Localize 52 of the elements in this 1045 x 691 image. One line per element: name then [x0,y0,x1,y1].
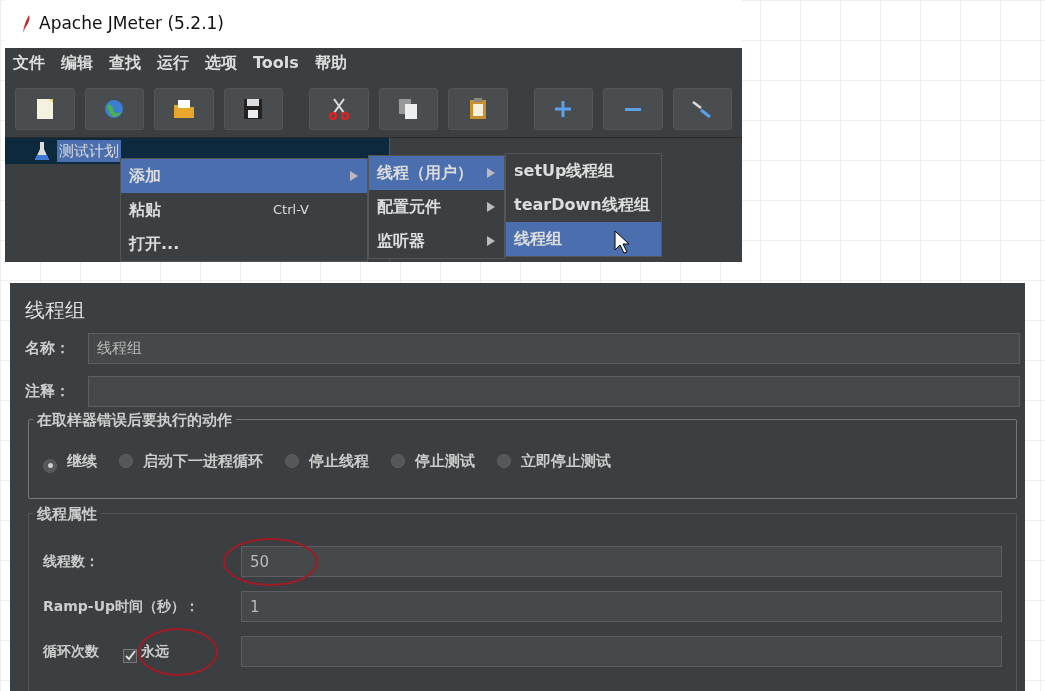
scissors-icon [327,98,350,120]
minus-icon [624,107,641,111]
radio-option[interactable]: 停止测试 [391,450,475,473]
menu-item[interactable]: setUp线程组 [506,154,661,188]
radio-option[interactable]: 立即停止测试 [497,450,611,473]
shortcut-text: Ctrl-V [273,201,309,220]
field-label: 线程数： [43,552,100,571]
submenu-arrow-icon [486,168,496,178]
menu-item[interactable]: 帮助 [314,51,347,75]
menu-item[interactable]: 打开... [121,227,367,261]
flask-icon [35,141,49,161]
feather-icon [21,14,31,34]
menu-item[interactable]: 运行 [157,51,189,75]
toolbar-button[interactable] [223,88,283,130]
globe-icon [103,98,126,120]
menu-item[interactable]: 粘贴 Ctrl-V [121,193,367,227]
field-label: 循环次数 [43,642,99,661]
tree-item[interactable]: 测试计划 [57,139,121,163]
submenu-arrow-icon [486,202,496,212]
menu-item[interactable]: 添加 [121,159,367,193]
field-label: 名称： [25,338,71,360]
text-field[interactable]: 50 [241,546,1002,577]
text-field[interactable]: 1 [241,591,1002,622]
text-field[interactable]: 线程组 [88,333,1020,364]
radio-option[interactable]: 停止线程 [285,450,369,473]
window-title: Apache JMeter (5.2.1) [39,12,224,36]
cursor-icon [614,230,630,254]
toolbar-button[interactable] [378,88,438,130]
field-label: Ramp-Up时间（秒）： [43,597,201,616]
menu-item[interactable]: tearDown线程组 [506,188,661,222]
menu-item[interactable]: 查找 [109,51,141,75]
copy-icon [397,98,420,120]
menu-item[interactable]: 线程（用户） [369,156,504,190]
text-field[interactable] [88,376,1020,407]
menu-item[interactable]: 文件 [13,51,45,75]
panel-title: 线程组 [25,297,86,324]
menu-item[interactable]: 监听器 [369,224,504,258]
toolbar-button[interactable] [15,88,75,130]
menu-item[interactable]: 选项 [205,51,237,75]
toolbar-button[interactable] [448,88,508,130]
submenu-arrow-icon [349,171,359,181]
field-label: 注释： [25,381,71,403]
submenu-arrow-icon [486,236,496,246]
menu-item[interactable]: Tools [253,51,299,75]
menu-item[interactable]: 线程组 [506,222,661,256]
plus-icon [555,101,572,117]
menu-item[interactable]: 配置元件 [369,190,504,224]
radio-option[interactable]: 继续 [43,450,97,473]
toolbar-button[interactable] [154,88,214,130]
menu-item[interactable]: 编辑 [61,51,93,75]
folder-icon [172,98,195,120]
radio-option[interactable]: 启动下一进程循环 [119,450,263,473]
